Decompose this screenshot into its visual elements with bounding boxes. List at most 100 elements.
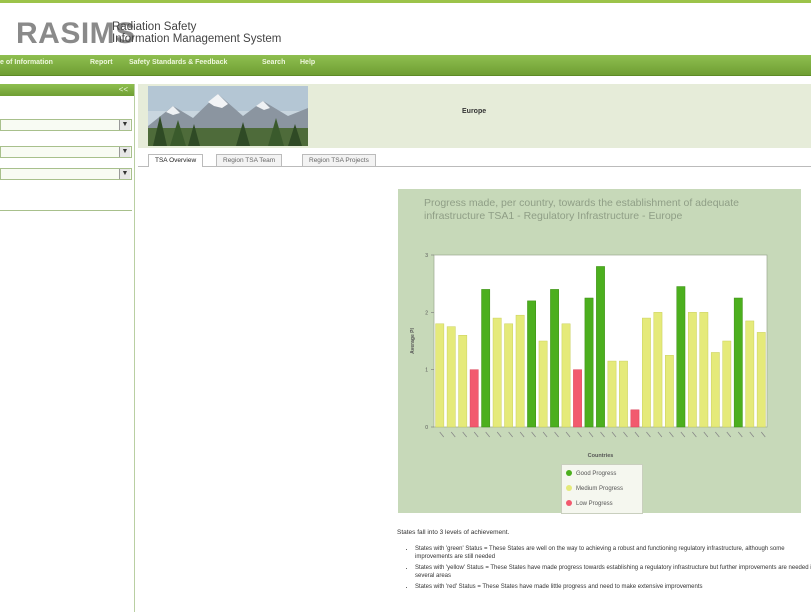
logo-subtitle-line1: Radiation Safety — [112, 21, 197, 33]
bar-good — [550, 289, 559, 428]
x-tick-label — [715, 431, 720, 438]
nav-item-information[interactable]: e of Information — [0, 59, 53, 66]
bar-medium — [515, 314, 525, 428]
bar-medium — [607, 360, 617, 428]
bar-medium — [458, 335, 468, 428]
x-tick-label — [600, 431, 605, 438]
x-tick-label — [749, 431, 755, 438]
bar-medium — [756, 332, 766, 428]
bar-medium — [619, 360, 628, 428]
bar-medium — [699, 312, 709, 428]
x-tick-label — [508, 431, 513, 438]
x-axis-label: Countries — [588, 453, 614, 459]
x-tick-label — [692, 431, 697, 438]
x-tick-label — [760, 431, 766, 438]
nav-item-safety-standards[interactable]: Safety Standards & Feedback — [129, 59, 227, 66]
bar-good — [527, 300, 536, 428]
y-axis-label: Average PI — [410, 328, 416, 354]
bar-medium — [561, 323, 571, 428]
bar-good — [584, 297, 594, 428]
achievement-list: States with 'green' Status = These State… — [405, 545, 811, 594]
tab-bar: TSA Overview Region TSA Team Region TSA … — [138, 154, 811, 167]
x-tick-label — [450, 431, 456, 438]
achievement-intro: States fall into 3 levels of achievement… — [397, 529, 510, 536]
legend-item-low: Low Progress — [566, 498, 613, 510]
mountain-landscape-image — [148, 86, 308, 146]
x-tick-label — [565, 431, 571, 438]
sidebar-divider — [0, 210, 132, 211]
legend-medium-label: Medium Progress — [576, 486, 624, 492]
site-header: RASIMS Radiation Safety Information Mana… — [0, 3, 811, 55]
legend-medium-swatch — [566, 485, 572, 492]
bar-medium — [446, 326, 456, 428]
bar-low — [469, 369, 479, 428]
bar-good — [733, 297, 743, 428]
chart-legend: Good Progress Medium Progress Low Progre… — [561, 464, 643, 514]
y-tick-label: 3 — [425, 253, 428, 259]
bar-good — [676, 286, 686, 428]
sidebar: << ▼ ▼ ▼ — [0, 84, 135, 612]
sidebar-collapse-button[interactable]: << — [119, 85, 128, 94]
legend-low-label: Low Progress — [576, 501, 613, 507]
list-item: States with 'green' Status = These State… — [415, 545, 811, 561]
x-tick-label — [485, 431, 490, 438]
bar-medium — [435, 323, 445, 428]
chart-title: Progress made, per country, towards the … — [424, 197, 739, 222]
x-tick-label — [737, 431, 743, 438]
nav-item-report[interactable]: Report — [90, 59, 113, 66]
bar-medium — [642, 317, 651, 428]
x-tick-label — [680, 431, 686, 438]
bar-low — [573, 369, 582, 428]
x-tick-label — [634, 431, 640, 438]
x-tick-label — [726, 431, 732, 438]
sidebar-select-3[interactable]: ▼ — [0, 168, 132, 180]
logo-subtitle: Radiation Safety Information Management … — [112, 21, 281, 45]
list-item: States with 'red' Status = These States … — [415, 583, 811, 591]
y-tick-label: 1 — [425, 368, 428, 374]
legend-good-label: Good Progress — [576, 471, 617, 477]
bar-medium — [745, 320, 755, 428]
x-tick-label — [703, 431, 709, 438]
x-tick-label — [531, 431, 536, 438]
x-tick-label — [473, 431, 479, 438]
x-tick-label — [519, 431, 525, 438]
list-item: States with 'yellow' Status = These Stat… — [415, 564, 811, 580]
logo-subtitle-line2: Information Management System — [112, 33, 282, 45]
tab-region-tsa-projects[interactable]: Region TSA Projects — [302, 154, 376, 166]
bar-good — [481, 289, 491, 428]
x-tick-label — [577, 431, 582, 438]
bar-medium — [653, 312, 663, 428]
x-tick-label — [657, 431, 663, 438]
bar-medium — [687, 312, 697, 428]
x-tick-label — [623, 431, 628, 438]
x-tick-label — [542, 431, 548, 438]
legend-item-medium: Medium Progress — [566, 483, 623, 495]
chevron-down-icon: ▼ — [119, 120, 130, 130]
region-banner: Europe — [138, 84, 811, 148]
x-tick-label — [554, 431, 559, 438]
sidebar-select-1[interactable]: ▼ — [0, 119, 132, 131]
chevron-down-icon: ▼ — [119, 169, 130, 179]
bar-medium — [492, 317, 502, 428]
bar-medium — [710, 352, 720, 428]
x-tick-label — [496, 431, 502, 438]
main-nav: e of Information Report Safety Standards… — [0, 55, 811, 76]
nav-item-search[interactable]: Search — [262, 59, 285, 66]
bar-low — [630, 409, 640, 428]
chart-panel: 0 1 2 3 Average PI Countries Progress made, p… — [398, 189, 801, 514]
nav-item-help[interactable]: Help — [300, 59, 315, 66]
x-tick-label — [462, 431, 468, 438]
tab-tsa-overview[interactable]: TSA Overview — [148, 154, 204, 167]
sidebar-select-2[interactable]: ▼ — [0, 146, 132, 158]
tab-region-tsa-team[interactable]: Region TSA Team — [216, 154, 283, 166]
chevron-down-icon: ▼ — [119, 147, 130, 157]
bar-medium — [722, 340, 732, 428]
bar-medium — [538, 340, 548, 428]
legend-good-swatch — [566, 470, 572, 477]
bar-medium — [665, 355, 674, 428]
sidebar-header: << — [0, 84, 134, 96]
y-tick-label: 0 — [425, 425, 428, 431]
legend-item-good: Good Progress — [566, 468, 616, 480]
region-title: Europe — [462, 108, 487, 115]
y-tick-label: 2 — [425, 310, 428, 316]
